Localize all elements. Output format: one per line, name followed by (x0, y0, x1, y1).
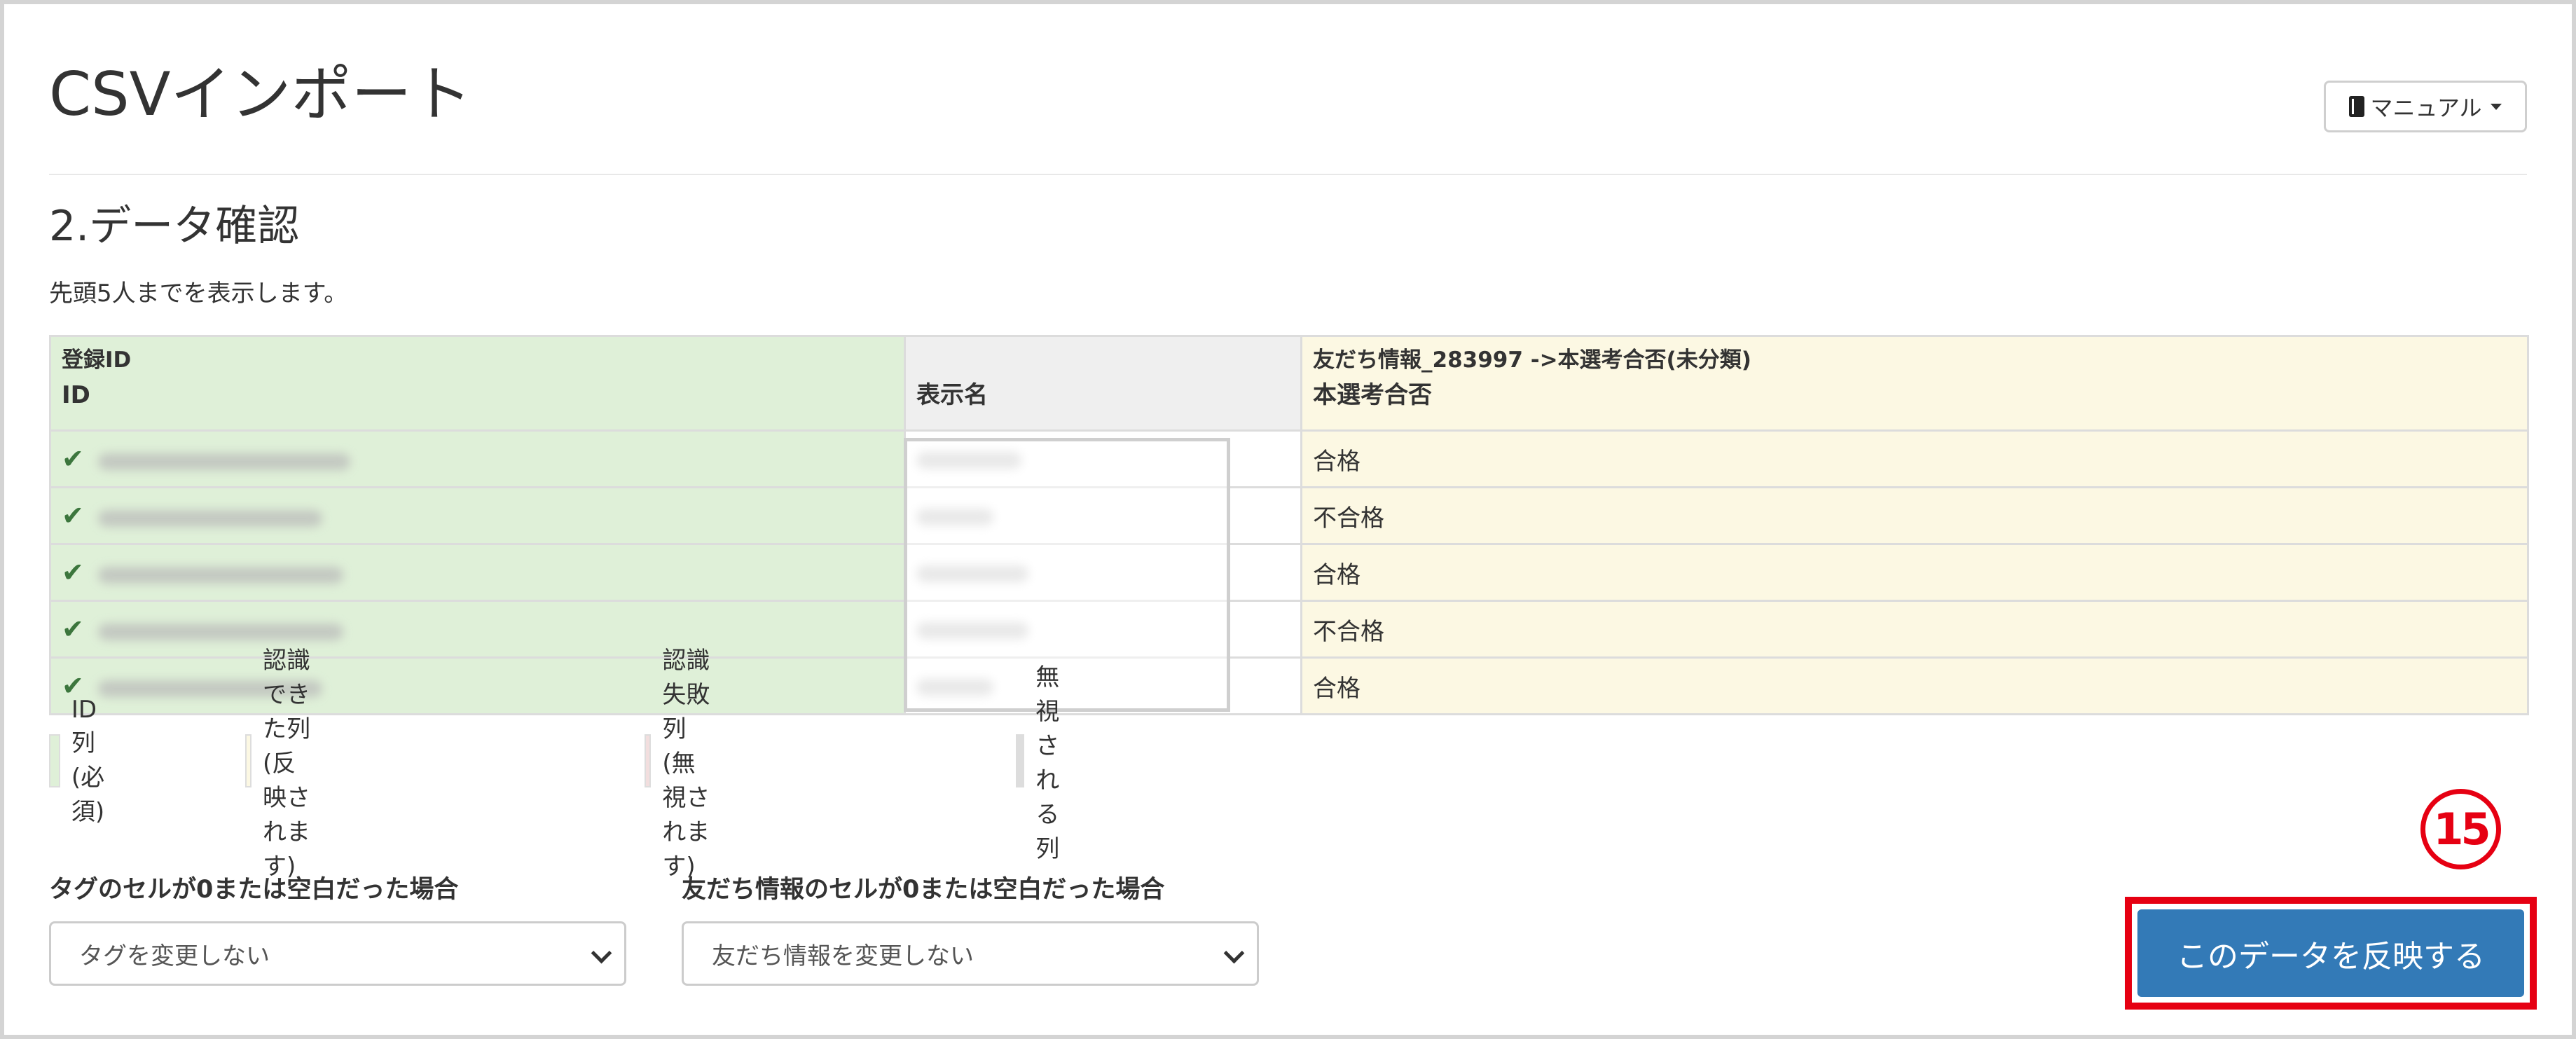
check-icon: ✔ (62, 443, 84, 474)
section-title: 2.データ確認 (49, 202, 300, 251)
page-title: CSVインポート (49, 60, 472, 130)
tag-option-value: タグを変更しない (79, 942, 270, 970)
legend-label: 認識できた列(反映されます) (262, 646, 310, 881)
check-icon: ✔ (62, 500, 84, 531)
legend-swatch (49, 734, 60, 787)
id-cell: ✔ (49, 600, 906, 659)
column-header-id: 登録ID ID (49, 335, 906, 432)
check-icon: ✔ (62, 614, 84, 645)
legend-item-ignored: 無視される列 (1016, 663, 1075, 863)
step-number-badge: 15 (2420, 789, 2501, 869)
table-row: ✔ 不合格 (49, 486, 2529, 545)
id-cell: ✔ (49, 429, 906, 488)
chevron-down-icon (1223, 942, 1245, 964)
table-row: ✔ 不合格 (49, 600, 2529, 659)
table-row: ✔ 合格 (49, 543, 2529, 602)
column-label: ID (62, 381, 90, 410)
result-cell: 合格 (1300, 429, 2529, 488)
check-icon: ✔ (62, 557, 84, 588)
legend-swatch (245, 734, 252, 787)
divider (49, 174, 2527, 175)
apply-data-button[interactable]: このデータを反映する (2137, 909, 2524, 997)
result-cell: 合格 (1300, 656, 2529, 715)
column-header-friend-info: 友だち情報_283997 ->本選考合否(未分類) 本選考合否 (1300, 335, 2529, 432)
legend-swatch (1016, 734, 1025, 787)
tag-option-select[interactable]: タグを変更しない (49, 921, 626, 986)
legend-item-failed: 認識失敗列(無視されます) (645, 647, 712, 881)
table-row: ✔ 合格 (49, 429, 2529, 488)
friend-option-select[interactable]: 友だち情報を変更しない (682, 921, 1259, 986)
result-cell: 合格 (1300, 543, 2529, 602)
legend-item-recognized: 認識できた列(反映されます) (245, 647, 313, 881)
preview-note: 先頭5人までを表示します。 (49, 280, 348, 308)
column-label: 本選考合否 (1313, 381, 1432, 410)
friend-option-label: 友だち情報のセルが0または空白だった場合 (682, 876, 1165, 904)
redacted-id (97, 509, 322, 527)
column-mapping: 友だち情報_283997 ->本選考合否(未分類) (1313, 348, 1751, 373)
legend-swatch (645, 734, 652, 787)
legend-label: 無視される列 (1035, 663, 1060, 863)
tag-option-label: タグのセルが0または空白だった場合 (49, 876, 459, 904)
redacted-id (97, 623, 343, 640)
column-mapping: 登録ID (62, 348, 132, 373)
redacted-id (97, 566, 343, 584)
table-header-row: 登録ID ID 表示名 友だち情報_283997 ->本選考合否(未分類) 本選… (49, 335, 2529, 432)
column-label: 表示名 (916, 381, 988, 410)
result-cell: 不合格 (1300, 486, 2529, 545)
preview-table: 登録ID ID 表示名 友だち情報_283997 ->本選考合否(未分類) 本選… (49, 335, 2529, 715)
id-cell: ✔ (49, 486, 906, 545)
book-icon (2349, 96, 2365, 117)
table-row: ✔ 合格 (49, 656, 2529, 715)
id-cell: ✔ (49, 656, 906, 715)
column-header-display-name: 表示名 (904, 335, 1302, 432)
manual-label: マニュアル (2370, 95, 2482, 121)
chevron-down-icon (591, 942, 612, 964)
friend-option-value: 友だち情報を変更しない (712, 942, 974, 970)
legend-item-id: ID列(必須) (49, 696, 117, 826)
legend-label: ID列(必須) (71, 695, 105, 826)
manual-dropdown-button[interactable]: マニュアル (2324, 81, 2527, 132)
result-cell: 不合格 (1300, 600, 2529, 659)
redacted-id (97, 453, 350, 470)
caret-down-icon (2490, 103, 2502, 110)
legend-label: 認識失敗列(無視されます) (662, 646, 710, 881)
id-cell: ✔ (49, 543, 906, 602)
